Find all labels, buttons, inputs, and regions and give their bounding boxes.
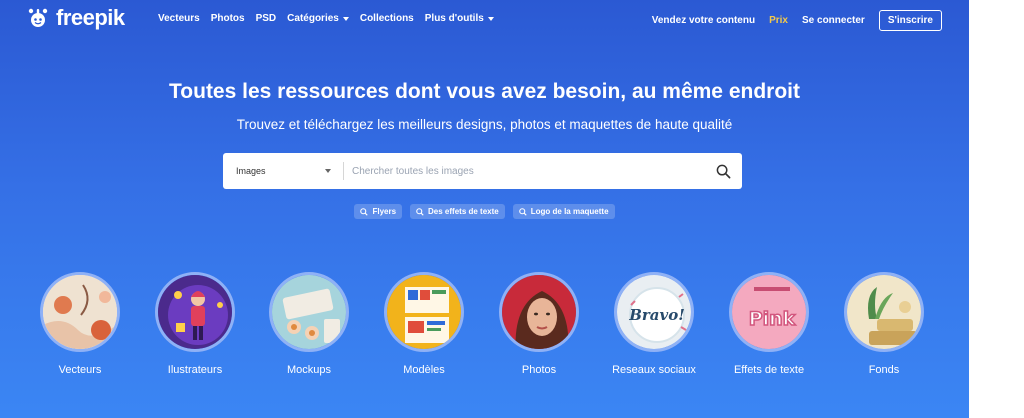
suggestion-tag-flyers[interactable]: Flyers <box>354 204 403 219</box>
main-nav-links: Vecteurs Photos PSD Catégories Collectio… <box>158 13 505 24</box>
search-input[interactable] <box>344 153 704 189</box>
category-label: Ilustrateurs <box>167 364 223 376</box>
sell-content-link[interactable]: Vendez votre contenu <box>652 15 755 26</box>
login-link[interactable]: Se connecter <box>802 15 865 26</box>
suggestion-tag-text-effects[interactable]: Des effets de texte <box>410 204 505 219</box>
pricing-link[interactable]: Prix <box>769 15 788 26</box>
search-icon <box>716 164 730 178</box>
search-suggestions: Flyers Des effets de texte Logo de la ma… <box>0 204 969 219</box>
freepik-logo-icon <box>28 8 48 27</box>
nav-link-label: PSD <box>255 13 277 24</box>
nav-account-links: Vendez votre contenu Prix Se connecter S… <box>638 10 942 31</box>
category-ilustrateurs[interactable]: Ilustrateurs <box>140 272 250 376</box>
category-reseaux-sociaux[interactable]: Bravo! Reseaux sociaux <box>599 272 709 376</box>
mockups-thumbnail <box>269 272 349 352</box>
suggestion-label: Logo de la maquette <box>530 207 609 216</box>
category-label: Effets de texte <box>733 364 805 376</box>
chevron-down-icon <box>342 16 349 21</box>
category-label: Fonds <box>868 364 900 376</box>
category-label: Reseaux sociaux <box>612 364 696 376</box>
category-vecteurs[interactable]: Vecteurs <box>25 272 135 376</box>
category-label: Modèles <box>403 364 445 376</box>
nav-link-psd[interactable]: PSD <box>256 13 277 24</box>
illustrations-thumbnail <box>155 272 235 352</box>
category-label: Vecteurs <box>58 364 102 376</box>
nav-link-more-tools[interactable]: Plus d'outils <box>425 13 494 24</box>
search-icon <box>360 207 369 216</box>
vectors-thumbnail <box>40 272 120 352</box>
nav-link-categories[interactable]: Catégories <box>287 13 349 24</box>
category-label: Mockups <box>286 364 332 376</box>
category-modeles[interactable]: Modèles <box>369 272 479 376</box>
hero-title: Toutes les ressources dont vous avez bes… <box>169 80 800 103</box>
search-bar: Images <box>223 153 742 189</box>
signup-button[interactable]: S'inscrire <box>878 10 942 31</box>
templates-thumbnail <box>384 272 464 352</box>
page-margin <box>969 0 1024 418</box>
chevron-down-icon <box>325 169 331 173</box>
search-icon <box>416 207 424 216</box>
brand-name: freepik <box>56 5 125 30</box>
chevron-down-icon <box>487 16 494 21</box>
category-effets-de-texte[interactable]: Pink Effets de texte <box>714 272 824 376</box>
backgrounds-thumbnail <box>844 272 924 352</box>
top-nav: freepik Vecteurs Photos PSD Catégories C… <box>0 0 969 38</box>
nav-link-vecteurs[interactable]: Vecteurs <box>158 13 200 24</box>
hero-subtitle: Trouvez et téléchargez les meilleurs des… <box>236 117 733 132</box>
nav-link-photos[interactable]: Photos <box>211 13 245 24</box>
category-fonds[interactable]: Fonds <box>829 272 939 376</box>
nav-link-label: Plus d'outils <box>424 13 484 24</box>
nav-link-collections[interactable]: Collections <box>360 13 414 24</box>
resource-type-select[interactable]: Images <box>223 153 343 189</box>
search-icon <box>518 207 527 216</box>
nav-link-label: Vecteurs <box>158 13 200 24</box>
nav-link-label: Photos <box>210 13 245 24</box>
social-media-thumbnail-text: Bravo! <box>628 306 685 324</box>
nav-link-label: Collections <box>359 13 414 24</box>
resource-type-value: Images <box>236 166 266 176</box>
suggestion-label: Flyers <box>372 207 397 216</box>
search-button[interactable] <box>704 153 742 189</box>
nav-link-label: Catégories <box>287 13 339 24</box>
category-label: Photos <box>521 364 557 376</box>
suggestion-tag-mockup-logo[interactable]: Logo de la maquette <box>512 204 615 219</box>
freepik-logo[interactable]: freepik <box>26 5 125 31</box>
photos-thumbnail <box>499 272 579 352</box>
social-media-thumbnail: Bravo! <box>614 272 694 352</box>
category-mockups[interactable]: Mockups <box>254 272 364 376</box>
text-effects-thumbnail: Pink <box>729 272 809 352</box>
text-effects-thumbnail-text: Pink <box>749 308 796 330</box>
suggestion-label: Des effets de texte <box>428 207 499 216</box>
hero-section: freepik Vecteurs Photos PSD Catégories C… <box>0 0 969 418</box>
category-photos[interactable]: Photos <box>484 272 594 376</box>
